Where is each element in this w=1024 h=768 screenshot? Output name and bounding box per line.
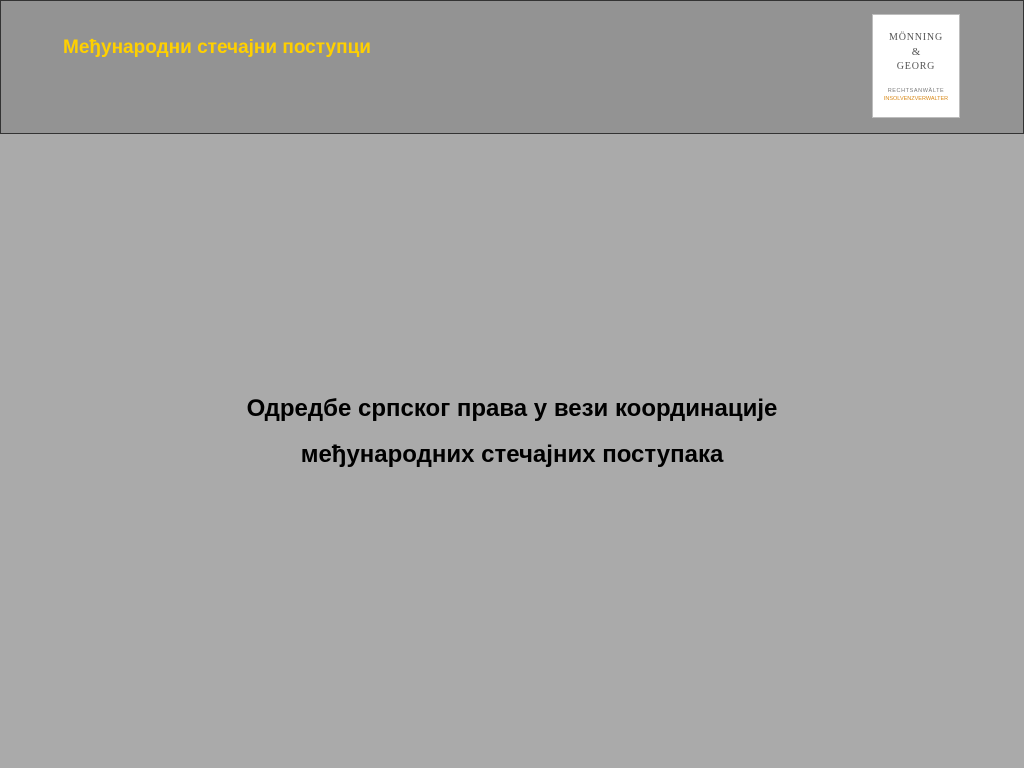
main-text-line2: међународних стечајних поступака xyxy=(300,441,724,468)
logo-subtitle-line1: RECHTSANWÄLTE xyxy=(887,88,945,94)
slide-main-text: Одредбе српског права у вези координациј… xyxy=(0,386,1024,478)
slide: Међународни стечајни поступци MÖNNING & … xyxy=(0,0,1024,768)
logo-name-line2: GEORG xyxy=(896,61,936,72)
main-text-line1: Одредбе српског права у вези координациј… xyxy=(246,395,778,422)
header-title: Међународни стечајни поступци xyxy=(63,37,371,58)
logo-ampersand: & xyxy=(911,46,921,58)
company-logo: MÖNNING & GEORG RECHTSANWÄLTE INSOLVENZV… xyxy=(872,14,960,118)
slide-header: Међународни стечајни поступци MÖNNING & … xyxy=(0,0,1024,134)
logo-name-line1: MÖNNING xyxy=(889,32,943,43)
logo-subtitle-line2: INSOLVENZVERWALTER xyxy=(883,96,949,102)
